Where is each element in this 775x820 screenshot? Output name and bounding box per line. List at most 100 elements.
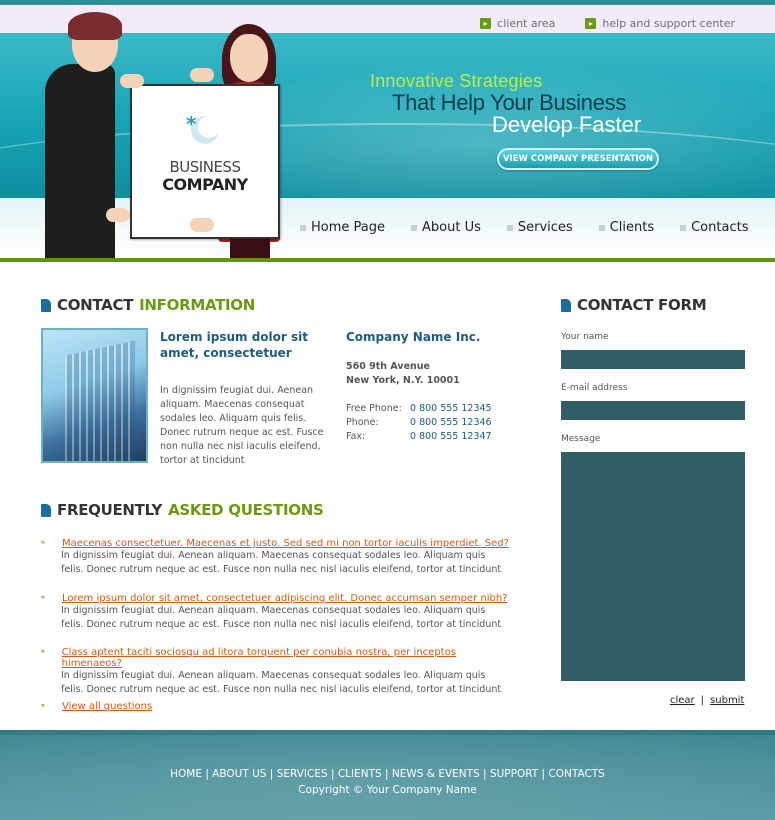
faq-answer: In dignissim feugiat dui. Aenean aliquam…	[61, 605, 502, 630]
nav-clients-label: Clients	[609, 220, 655, 235]
nav-about[interactable]: About Us	[411, 220, 481, 235]
nav-contacts-label: Contacts	[691, 220, 749, 235]
slogan-line-3: Develop Faster	[492, 112, 642, 137]
main-nav: Home Page About Us Services Clients Cont…	[300, 220, 774, 235]
section-bullet-icon	[41, 298, 51, 312]
bullet-icon	[598, 224, 605, 231]
nav-services-label: Services	[517, 220, 573, 235]
footer-nav: HOME | ABOUT US | SERVICES | CLIENTS | N…	[0, 768, 775, 780]
double-arrow-icon: ··›	[40, 647, 45, 657]
man-figure	[45, 64, 115, 258]
company-logo-board: * BUSINESS COMPANY	[130, 84, 280, 239]
hero-illustration: * BUSINESS COMPANY	[40, 12, 280, 258]
nav-clients[interactable]: Clients	[598, 220, 655, 235]
hand	[106, 208, 130, 222]
footer: HOME | ABOUT US | SERVICES | CLIENTS | N…	[0, 695, 775, 820]
bullet-icon	[411, 224, 417, 231]
faq-item: ··› Class aptent taciti sociosqu ad litor…	[40, 647, 510, 697]
view-presentation-button[interactable]: VIEW COMPANY PRESENTATION	[497, 148, 659, 170]
heading-part-b: INFORMATION	[139, 296, 256, 314]
client-area-label: client area	[497, 17, 556, 30]
help-support-link[interactable]: ▸ help and support center	[585, 17, 735, 30]
footer-separator: |	[266, 768, 277, 780]
arrow-right-icon: ▸	[480, 18, 492, 29]
footer-link-clients[interactable]: CLIENTS	[338, 768, 382, 780]
footer-separator: |	[327, 768, 338, 780]
phone-row: Fax: 0 800 555 12347	[346, 430, 492, 444]
client-area-link[interactable]: ▸ client area	[480, 17, 555, 30]
footer-link-about[interactable]: ABOUT US	[212, 768, 266, 780]
header-divider	[0, 258, 775, 262]
nav-services[interactable]: Services	[506, 220, 573, 235]
message-textarea[interactable]	[561, 452, 745, 681]
faq-question-link[interactable]: Maecenas consectetuer. Maecenas et justo…	[62, 538, 509, 549]
heading-part-a: FREQUENTLY	[57, 501, 163, 519]
double-arrow-icon: ··›	[40, 538, 45, 548]
section-bullet-icon	[561, 298, 571, 312]
phone-value: 0 800 555 12345	[410, 403, 492, 414]
building-photo	[41, 328, 148, 463]
logo-text-2: COMPANY	[162, 175, 248, 194]
woman-head	[230, 34, 268, 82]
footer-link-news[interactable]: NEWS & EVENTS	[392, 768, 480, 780]
footer-separator: |	[538, 768, 549, 780]
phone-label: Phone:	[346, 417, 379, 428]
double-arrow-icon: ··›	[40, 593, 45, 603]
action-separator: |	[700, 695, 705, 706]
footer-separator: |	[201, 768, 213, 780]
faq-answer: In dignissim feugiat dui. Aenean aliquam…	[61, 550, 502, 575]
address-line-1: 560 9th Avenue	[346, 361, 430, 372]
hand	[190, 68, 214, 82]
phone-label: Fax:	[346, 431, 366, 442]
copyright-text: Copyright © Your Company Name	[298, 784, 477, 796]
phone-list: Free Phone: 0 800 555 12345 Phone: 0 800 5…	[346, 402, 492, 444]
nav-home-label: Home Page	[311, 220, 385, 235]
nav-about-label: About Us	[422, 220, 481, 235]
email-field[interactable]	[561, 401, 745, 420]
phone-label: Free Phone:	[346, 403, 402, 414]
nav-contacts[interactable]: Contacts	[680, 220, 748, 235]
hand	[120, 74, 144, 88]
nav-home[interactable]: Home Page	[300, 220, 385, 235]
heading-part-a: CONTACT	[57, 296, 134, 314]
form-actions: clear | submit	[670, 695, 744, 706]
footer-link-home[interactable]: HOME	[170, 768, 202, 780]
arrow-right-icon: ▸	[585, 18, 597, 29]
contact-info-heading: CONTACT INFORMATION	[41, 296, 255, 314]
phone-value: 0 800 555 12347	[410, 431, 492, 442]
faq-question-link[interactable]: Lorem ipsum dolor sit amet, consectetuer…	[62, 593, 507, 604]
footer-link-services[interactable]: SERVICES	[277, 768, 328, 780]
clear-button[interactable]: clear	[670, 695, 695, 706]
intro-text: In dignissim feugiat dui. Aenean aliquam…	[160, 385, 324, 466]
logo-text-1: BUSINESS	[169, 158, 241, 176]
man-hair	[68, 12, 122, 40]
slogan-line-2: That Help Your Business	[392, 90, 627, 115]
contact-form-heading: CONTACT FORM	[561, 296, 707, 314]
hand	[190, 218, 214, 232]
footer-separator: |	[479, 768, 490, 780]
faq-item: ··› Maecenas consectetuer. Maecenas et ju…	[40, 538, 510, 577]
company-block: Company Name Inc. 560 9th Avenue New Yor…	[346, 329, 526, 388]
faq-heading: FREQUENTLY ASKED QUESTIONS	[41, 501, 324, 519]
phone-row: Phone: 0 800 555 12346	[346, 416, 492, 430]
email-label: E-mail address	[561, 383, 628, 393]
section-bullet-icon	[41, 503, 51, 517]
footer-separator: |	[381, 768, 392, 780]
faq-question-link[interactable]: Class aptent taciti sociosqu ad litora t…	[62, 647, 510, 669]
faq-item: ··› Lorem ipsum dolor sit amet, consectet…	[40, 593, 510, 632]
company-name: Company Name Inc.	[346, 330, 481, 344]
address-line-2: New York, N.Y. 10001	[346, 375, 460, 386]
footer-link-contacts[interactable]: CONTACTS	[548, 768, 604, 780]
top-links: ▸ client area ▸ help and support center	[480, 17, 735, 30]
bullet-icon	[680, 224, 687, 231]
footer-link-support[interactable]: SUPPORT	[490, 768, 538, 780]
submit-button[interactable]: submit	[710, 695, 744, 706]
phone-value: 0 800 555 12346	[410, 417, 492, 428]
intro-block: Lorem ipsum dolor sit amet, consectetuer…	[160, 329, 330, 468]
bullet-icon	[506, 224, 513, 231]
slogan-line-1: Innovative Strategies	[370, 71, 543, 91]
faq-answer: In dignissim feugiat dui. Aenean aliquam…	[61, 670, 502, 695]
name-field[interactable]	[561, 350, 745, 369]
phone-row: Free Phone: 0 800 555 12345	[346, 402, 492, 416]
heading-part-b: ASKED QUESTIONS	[168, 501, 324, 519]
